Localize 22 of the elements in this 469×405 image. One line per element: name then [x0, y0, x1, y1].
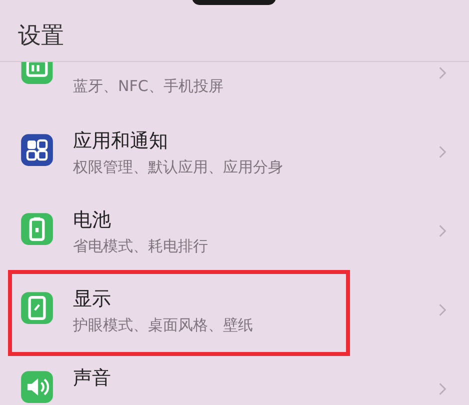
chevron-right-icon	[438, 381, 447, 397]
item-subtitle: 蓝牙、NFC、手机投屏	[73, 76, 224, 97]
page-title: 设置	[18, 22, 64, 51]
item-title: 声音	[73, 366, 112, 391]
chevron-right-icon	[438, 144, 447, 160]
item-subtitle: 省电模式、耗电排行	[73, 236, 209, 257]
phone-screen-icon	[20, 291, 54, 325]
item-subtitle: 权限管理、默认应用、应用分身	[73, 157, 284, 178]
settings-item[interactable]: 电池 省电模式、耗电排行	[0, 196, 469, 275]
speaker-icon	[20, 370, 54, 404]
settings-item[interactable]: 声音	[0, 354, 469, 405]
chevron-right-icon	[438, 65, 447, 81]
item-subtitle: 护眼模式、桌面风格、壁纸	[73, 315, 254, 336]
settings-item[interactable]: 应用和通知 权限管理、默认应用、应用分身	[0, 117, 469, 196]
app-grid-icon	[20, 133, 54, 167]
item-title: 电池	[73, 208, 112, 233]
item-title: 应用和通知	[73, 129, 169, 154]
settings-item[interactable]: 显示 护眼模式、桌面风格、壁纸	[0, 275, 469, 354]
chevron-right-icon	[438, 223, 447, 239]
chevron-right-icon	[438, 302, 447, 318]
item-title: 显示	[73, 287, 112, 312]
battery-icon	[20, 212, 54, 246]
